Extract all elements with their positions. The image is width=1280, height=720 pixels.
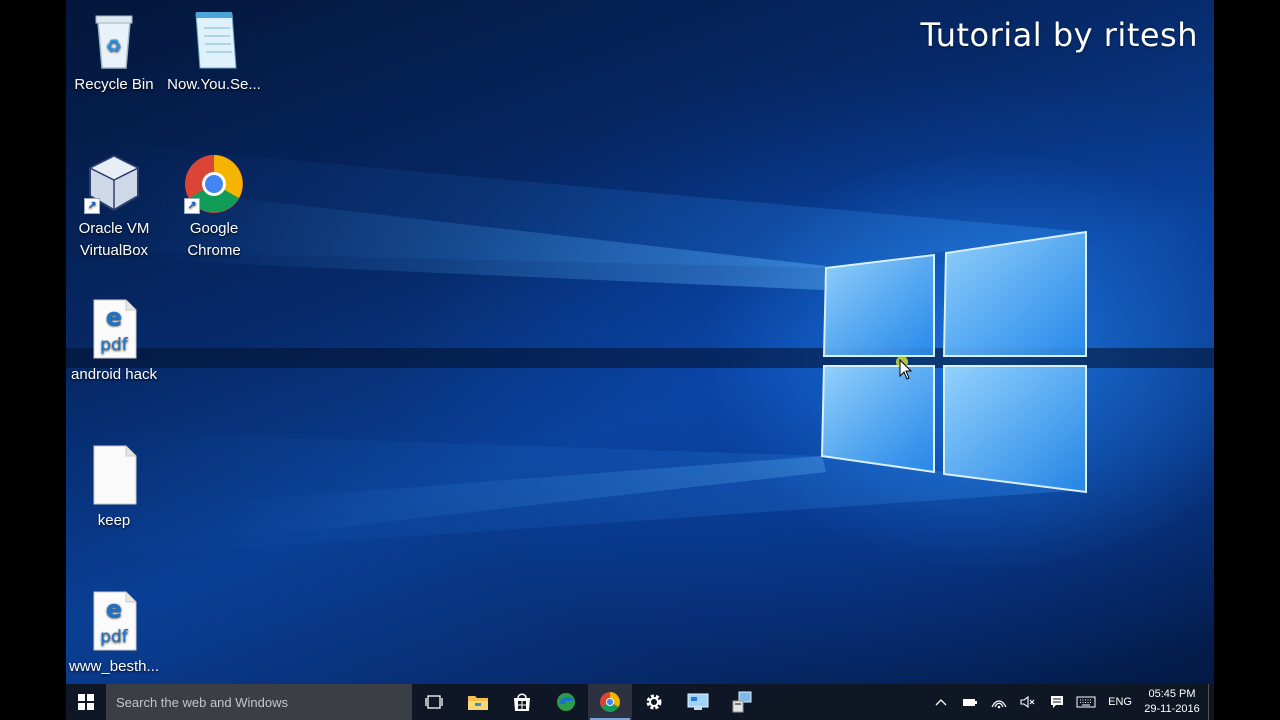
task-view-icon [425,695,443,709]
desktop-icon-now-you-see[interactable]: Now.You.Se... [164,8,264,96]
desktop-icon-label: android hack [71,366,157,383]
desktop-icon-keep[interactable]: keep [66,444,164,532]
chrome-taskbar-button[interactable] [588,684,632,720]
clock[interactable]: 05:45 PM 29-11-2016 [1140,687,1204,717]
action-center-icon[interactable] [1042,684,1071,720]
clock-time: 05:45 PM [1148,688,1196,700]
edge-pdf-icon: e pdf [82,590,146,654]
desktop-icon-label-line2: Chrome [187,242,241,259]
desktop-icon-label: Now.You.Se... [167,76,261,93]
shortcut-arrow-icon: ↗ [84,198,100,214]
show-desktop-button[interactable] [1208,684,1214,720]
file-explorer-button[interactable] [456,684,500,720]
svg-text:e: e [106,303,122,331]
remote-desktop-icon [687,693,709,710]
desktop-icon-google-chrome[interactable]: ↗ Google Chrome [164,152,264,262]
desktop[interactable]: Tutorial by ritesh ♻ Recycle Bin Now.You… [66,0,1214,720]
system-tray: ENG 05:45 PM 29-11-2016 [926,684,1214,720]
desktop-icon-label-line1: Oracle VM [78,220,150,237]
desktop-icon-android-hack[interactable]: e pdf android hack [66,298,164,386]
windows-logo-icon [78,694,94,710]
keyboard-icon[interactable] [1071,684,1100,720]
settings-button[interactable] [632,684,676,720]
desktop-icon-label: Recycle Bin [74,76,154,93]
chrome-icon: ↗ [182,152,246,216]
mouse-cursor-icon [896,356,913,380]
taskbar-search-box[interactable] [106,684,412,720]
edge-sync-icon [557,693,575,711]
desktop-icon-label-line1: Google [189,220,239,237]
desktop-icon-label: keep [97,512,131,529]
desktop-icon-recycle-bin[interactable]: ♻ Recycle Bin [66,8,164,96]
network-tool-icon [732,691,752,713]
network-tool-button[interactable] [720,684,764,720]
blank-file-icon [82,444,146,508]
svg-text:♻: ♻ [106,36,122,57]
store-button[interactable] [500,684,544,720]
edge-sync-button[interactable] [544,684,588,720]
svg-text:e: e [106,595,122,623]
battery-icon[interactable] [955,684,984,720]
chrome-icon [600,692,620,712]
task-view-button[interactable] [412,684,456,720]
volume-muted-icon[interactable] [1013,684,1042,720]
windows-wallpaper [66,140,1214,560]
settings-gear-icon [646,694,662,710]
recycle-bin-icon: ♻ [82,8,146,72]
desktop-icon-virtualbox[interactable]: ↗ Oracle VM VirtualBox [66,152,164,262]
start-button[interactable] [66,684,106,720]
svg-text:pdf: pdf [100,627,129,647]
clock-date: 29-11-2016 [1144,703,1200,715]
edge-pdf-icon: e pdf [82,298,146,362]
notepad-file-icon [182,8,246,72]
tutorial-watermark: Tutorial by ritesh [920,16,1198,54]
search-input[interactable] [116,694,396,710]
show-hidden-icons-chevron-icon[interactable] [926,684,955,720]
desktop-icon-label: www_besth... [68,658,160,675]
taskbar: ENG 05:45 PM 29-11-2016 [66,684,1214,720]
input-language[interactable]: ENG [1100,696,1140,708]
store-icon [514,693,530,711]
svg-text:pdf: pdf [100,335,129,355]
virtualbox-icon: ↗ [82,152,146,216]
desktop-icon-www-besth[interactable]: e pdf www_besth... [66,590,164,678]
wifi-icon[interactable] [984,684,1013,720]
remote-desktop-button[interactable] [676,684,720,720]
shortcut-arrow-icon: ↗ [184,198,200,214]
desktop-icon-label-line2: VirtualBox [79,242,149,259]
file-explorer-icon [468,696,488,710]
